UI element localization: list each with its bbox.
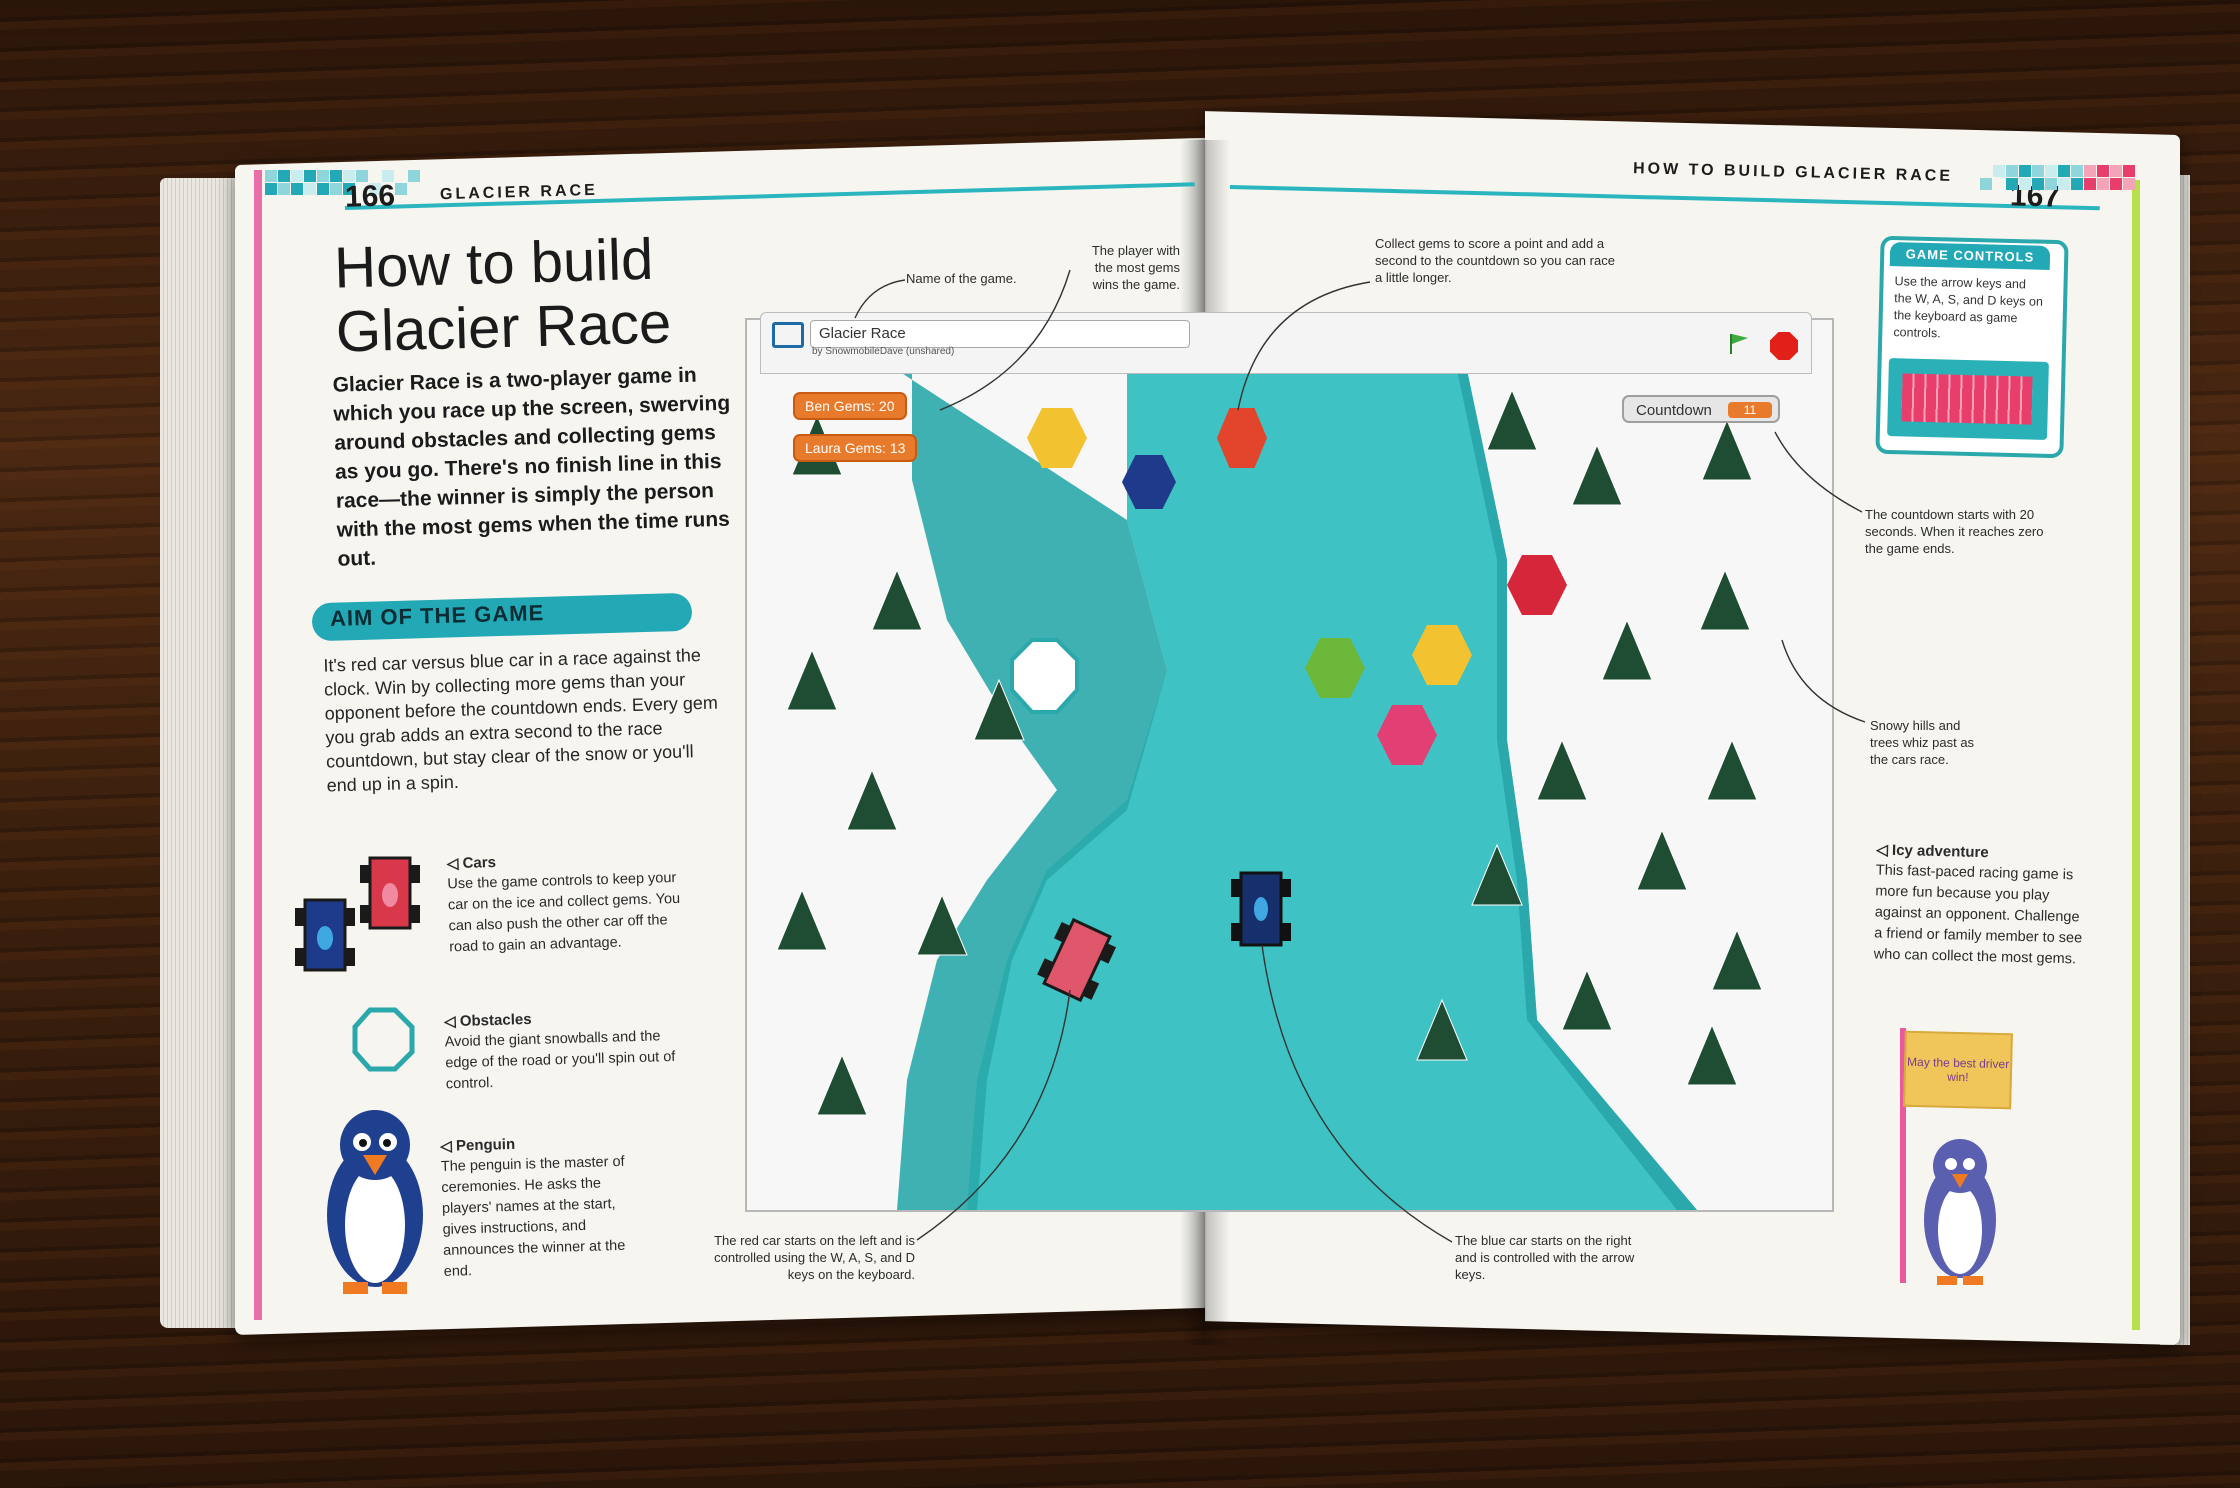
leader-line-gems [939, 269, 1071, 411]
penguin-small-icon [1924, 1139, 1996, 1285]
leader-line-red-car [916, 989, 1071, 1241]
leader-line-countdown [1774, 431, 1863, 513]
winner-sign: May the best driver win! [1903, 1030, 2013, 1110]
leader-line-collect [1237, 281, 1371, 411]
leader-line-hills [1781, 639, 1866, 723]
game-controls-text: Use the arrow keys and the W, A, S, and … [1893, 274, 2044, 341]
game-controls-heading: GAME CONTROLS [1889, 242, 2051, 270]
icy-adventure-text: This fast-paced racing game is more fun … [1873, 862, 2083, 968]
leader-line-name [854, 279, 906, 319]
leader-line-blue-car [1261, 944, 1453, 1243]
icy-adventure-heading: ◁ Icy adventure [1876, 841, 1989, 862]
icy-adventure-description: ◁ Icy adventure This fast-paced racing g… [1873, 839, 2086, 970]
keyboard-icon [1901, 373, 2033, 425]
